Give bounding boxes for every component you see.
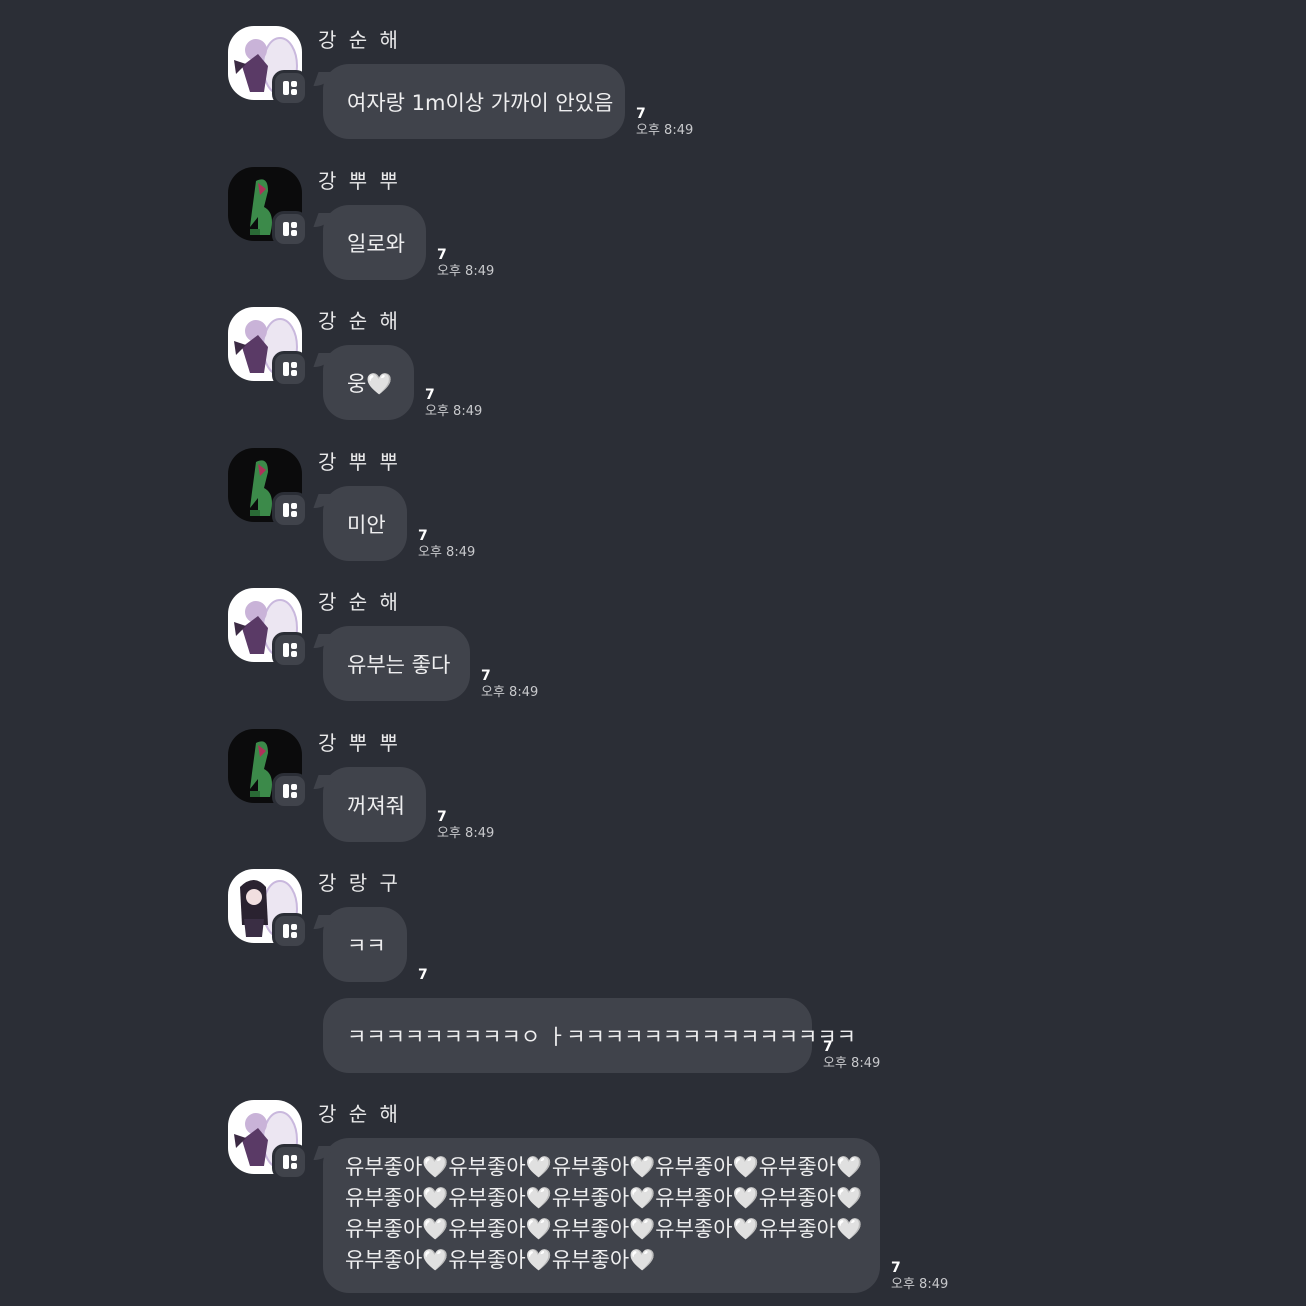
unread-count: 7 (636, 106, 646, 122)
timestamp: 오후 8:49 (437, 826, 495, 841)
message-text-line: 유부좋아🤍유부좋아🤍유부좋아🤍유부좋아🤍유부좋아🤍 (345, 1155, 863, 1179)
timestamp: 오후 8:49 (481, 685, 539, 700)
sender-name: 강 뿌 뿌 (318, 731, 401, 755)
message-text: 꺼져줘 (347, 793, 405, 818)
sender-name: 강 뿌 뿌 (318, 450, 401, 474)
sender-name: 강 랑 구 (318, 871, 401, 895)
timestamp: 오후 8:49 (418, 545, 476, 560)
sender-name: 강 순 해 (318, 590, 401, 614)
message-bubble[interactable]: ㅋㅋ (323, 907, 407, 982)
app-badge-icon (272, 492, 308, 528)
message-bubble[interactable]: 유부는 좋다 (323, 626, 470, 701)
app-badge-icon (272, 70, 308, 106)
message-meta: 7 오후 8:49 (437, 809, 494, 843)
unread-count: 7 (437, 809, 447, 825)
message-bubble[interactable]: 꺼져줘 (323, 767, 426, 842)
message-text-line: 유부좋아🤍유부좋아🤍유부좋아🤍유부좋아🤍유부좋아🤍 (345, 1186, 863, 1210)
sender-name: 강 순 해 (318, 309, 401, 333)
message-meta: 7 오후 8:49 (418, 528, 475, 562)
sender-name: 강 뿌 뿌 (318, 169, 401, 193)
message-meta: 7 (418, 967, 428, 983)
app-badge-icon (272, 351, 308, 387)
unread-count: 7 (823, 1039, 833, 1055)
unread-count: 7 (418, 967, 428, 983)
unread-count: 7 (891, 1260, 901, 1276)
message-bubble[interactable]: ㅋㅋㅋㅋㅋㅋㅋㅋㅋㅇ ㅏㅋㅋㅋㅋㅋㅋㅋㅋㅋㅋㅋㅋㅋㅋㅋ (323, 998, 856, 1073)
message-text: 여자랑 1m이상 가까이 안있음 (347, 90, 614, 115)
app-badge-icon (272, 211, 308, 247)
message-bubble[interactable]: 웅🤍 (323, 345, 414, 420)
sender-name: 강 순 해 (318, 28, 401, 52)
app-badge-icon (272, 773, 308, 809)
timestamp: 오후 8:49 (636, 123, 694, 138)
message-bubble[interactable]: 미안 (323, 486, 407, 561)
app-badge-icon (272, 632, 308, 668)
chat-feed[interactable]: 강 순 해 여자랑 1m이상 가까이 안있음 7 오후 8:49 강 뿌 뿌 일… (0, 0, 1306, 1306)
message-meta: 7 오후 8:49 (823, 1039, 880, 1073)
message-bubble[interactable]: 여자랑 1m이상 가까이 안있음 (323, 64, 625, 139)
timestamp: 오후 8:49 (823, 1056, 881, 1071)
timestamp: 오후 8:49 (425, 404, 483, 419)
message-text: 미안 (347, 512, 386, 537)
unread-count: 7 (437, 247, 447, 263)
message-text-line: 유부좋아🤍유부좋아🤍유부좋아🤍 (345, 1248, 656, 1272)
timestamp: 오후 8:49 (437, 264, 495, 279)
app-badge-icon (272, 1144, 308, 1180)
message-bubble[interactable]: 유부좋아🤍유부좋아🤍유부좋아🤍유부좋아🤍유부좋아🤍 유부좋아🤍유부좋아🤍유부좋아… (323, 1138, 880, 1293)
message-meta: 7 오후 8:49 (425, 387, 482, 421)
unread-count: 7 (418, 528, 428, 544)
message-meta: 7 오후 8:49 (481, 668, 538, 702)
message-text-line: 유부좋아🤍유부좋아🤍유부좋아🤍유부좋아🤍유부좋아🤍 (345, 1217, 863, 1241)
message-meta: 7 오후 8:49 (636, 106, 693, 140)
timestamp: 오후 8:49 (891, 1277, 949, 1292)
unread-count: 7 (425, 387, 435, 403)
message-meta: 7 오후 8:49 (437, 247, 494, 281)
message-text: 일로와 (347, 231, 405, 256)
message-text: ㅋㅋㅋㅋㅋㅋㅋㅋㅋㅇ ㅏㅋㅋㅋㅋㅋㅋㅋㅋㅋㅋㅋㅋㅋㅋㅋ (347, 1024, 856, 1049)
message-text: 유부는 좋다 (347, 652, 451, 677)
message-meta: 7 오후 8:49 (891, 1260, 948, 1294)
unread-count: 7 (481, 668, 491, 684)
message-text: ㅋㅋ (347, 933, 386, 958)
sender-name: 강 순 해 (318, 1102, 401, 1126)
message-text: 웅🤍 (347, 371, 393, 396)
app-badge-icon (272, 913, 308, 949)
message-bubble[interactable]: 일로와 (323, 205, 426, 280)
